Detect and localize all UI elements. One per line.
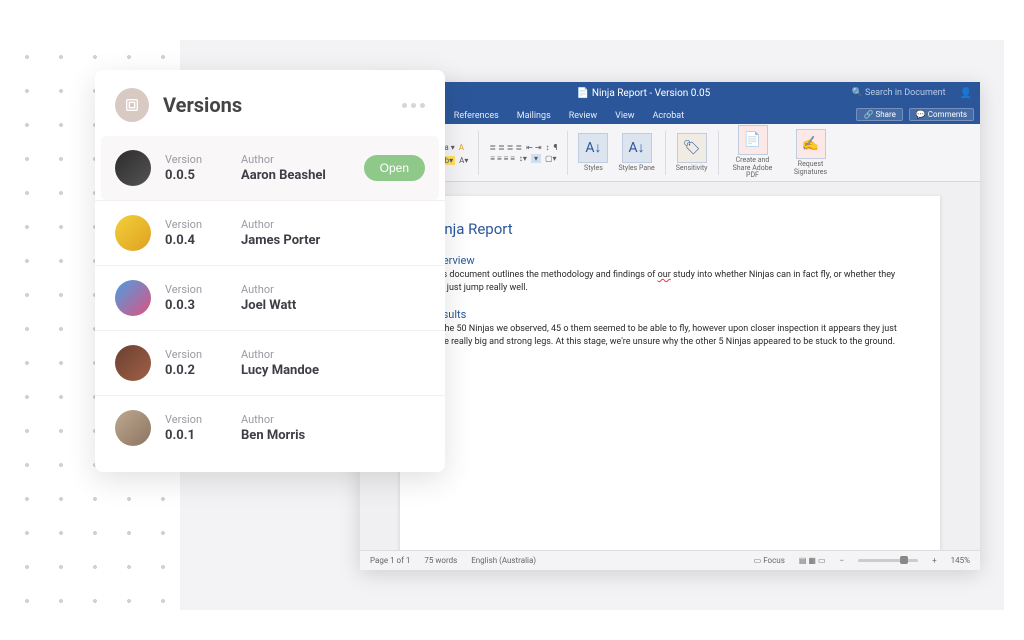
word-window: ⟳ ⌂ 💾 ↶ ↷ 📄 Ninja Report - Version 0.05 … <box>360 82 980 570</box>
version-label: Version <box>165 153 227 166</box>
author-label: Author <box>241 218 320 231</box>
status-bar: Page 1 of 1 75 words English (Australia)… <box>360 550 980 570</box>
author-name: James Porter <box>241 233 320 248</box>
version-label: Version <box>165 283 227 296</box>
versions-panel: Versions Version 0.0.5 Author Aaron Beas… <box>95 70 445 472</box>
adobe-pdf-icon[interactable]: 📄 <box>738 125 768 155</box>
signature-icon[interactable]: ✍ <box>796 129 826 159</box>
author-name: Lucy Mandoe <box>241 363 319 378</box>
view-mode-icons[interactable]: ▤ ▦ ▭ <box>799 556 826 565</box>
adobe-create-group[interactable]: 📄 Create and Share Adobe PDF <box>729 125 777 180</box>
status-focus[interactable]: ▭ Focus <box>754 556 785 565</box>
author-column: Author Lucy Mandoe <box>241 348 319 378</box>
author-column: Author Aaron Beashel <box>241 153 326 183</box>
version-item[interactable]: Version 0.0.5 Author Aaron Beashel Open <box>101 136 439 200</box>
status-page[interactable]: Page 1 of 1 <box>370 556 410 565</box>
styles-pane-icon[interactable]: A↓ <box>622 133 652 163</box>
version-number: 0.0.5 <box>165 168 227 183</box>
doc-paragraph: This document outlines the methodology a… <box>430 269 910 294</box>
avatar <box>115 150 151 186</box>
author-label: Author <box>241 348 319 361</box>
sensitivity-icon[interactable]: 🏷 <box>677 133 707 163</box>
author-column: Author Ben Morris <box>241 413 305 443</box>
doc-heading-results: Results <box>430 308 910 321</box>
avatar <box>115 345 151 381</box>
doc-title: Ninja Report <box>430 220 910 238</box>
tab-references[interactable]: References <box>446 108 507 124</box>
search-box[interactable]: 🔍 Search in Document <box>852 88 946 98</box>
version-column: Version 0.0.1 <box>165 413 227 443</box>
styles-group[interactable]: A↓ Styles <box>578 133 608 173</box>
word-app-icon: 📄 <box>577 88 592 99</box>
version-number: 0.0.1 <box>165 428 227 443</box>
avatar <box>115 280 151 316</box>
status-words[interactable]: 75 words <box>424 556 457 565</box>
author-label: Author <box>241 153 326 166</box>
version-column: Version 0.0.4 <box>165 218 227 248</box>
version-label: Version <box>165 413 227 426</box>
zoom-slider[interactable] <box>858 559 918 562</box>
status-lang[interactable]: English (Australia) <box>471 556 536 565</box>
doc-paragraph: Of the 50 Ninjas we observed, 45 o them … <box>430 323 910 348</box>
zoom-in-icon[interactable]: + <box>932 556 937 565</box>
version-label: Version <box>165 218 227 231</box>
document-page[interactable]: Ninja Report Overview This document outl… <box>400 196 940 550</box>
tab-view[interactable]: View <box>607 108 642 124</box>
author-column: Author James Porter <box>241 218 320 248</box>
versions-icon <box>115 88 149 122</box>
versions-title: Versions <box>163 93 402 117</box>
doc-heading-overview: Overview <box>430 254 910 267</box>
author-label: Author <box>241 413 305 426</box>
version-item[interactable]: Version 0.0.2 Author Lucy Mandoe <box>95 330 445 395</box>
paragraph-group[interactable]: ≣ ≣ ≣ ≣ ⇤ ⇥ ↕ ¶ ≡ ≡ ≡ ≡ ↕▾ ▾ ▢▾ <box>489 143 557 163</box>
version-column: Version 0.0.3 <box>165 283 227 313</box>
spelling-error[interactable]: our <box>658 270 671 280</box>
sensitivity-group[interactable]: 🏷 Sensitivity <box>676 133 708 173</box>
word-titlebar: ⟳ ⌂ 💾 ↶ ↷ 📄 Ninja Report - Version 0.05 … <box>360 82 980 104</box>
author-name: Joel Watt <box>241 298 303 313</box>
versions-header: Versions <box>95 70 445 136</box>
version-item[interactable]: Version 0.0.1 Author Ben Morris <box>95 395 445 460</box>
version-column: Version 0.0.5 <box>165 153 227 183</box>
open-button[interactable]: Open <box>364 155 425 181</box>
version-number: 0.0.3 <box>165 298 227 313</box>
share-button[interactable]: 🔗 Share <box>856 108 902 121</box>
styles-icon[interactable]: A↓ <box>578 133 608 163</box>
avatar <box>115 410 151 446</box>
window-title: 📄 Ninja Report - Version 0.05 <box>442 88 846 99</box>
author-label: Author <box>241 283 303 296</box>
avatar <box>115 215 151 251</box>
tab-review[interactable]: Review <box>561 108 605 124</box>
document-area[interactable]: Ninja Report Overview This document outl… <box>360 182 980 550</box>
zoom-value[interactable]: 145% <box>951 556 970 565</box>
tab-acrobat[interactable]: Acrobat <box>645 108 693 124</box>
version-number: 0.0.2 <box>165 363 227 378</box>
version-item[interactable]: Version 0.0.3 Author Joel Watt <box>95 265 445 330</box>
zoom-out-icon[interactable]: − <box>840 556 845 565</box>
version-item[interactable]: Version 0.0.4 Author James Porter <box>95 200 445 265</box>
adobe-sig-group[interactable]: ✍ Request Signatures <box>787 129 835 176</box>
ribbon-tabs: sign Layout References Mailings Review V… <box>360 104 980 124</box>
ribbon: L ▾ ▾ A^ A˅ Aa ▾ A B I U ab x₂ x² A▾ ab▾… <box>360 124 980 182</box>
tab-mailings[interactable]: Mailings <box>509 108 559 124</box>
user-avatar-icon[interactable]: 👤 <box>960 88 972 99</box>
comments-button[interactable]: 💬 Comments <box>909 108 974 121</box>
version-label: Version <box>165 348 227 361</box>
author-name: Aaron Beashel <box>241 168 326 183</box>
versions-menu-icon[interactable] <box>402 103 425 108</box>
styles-pane-group[interactable]: A↓ Styles Pane <box>618 133 654 173</box>
author-column: Author Joel Watt <box>241 283 303 313</box>
author-name: Ben Morris <box>241 428 305 443</box>
version-column: Version 0.0.2 <box>165 348 227 378</box>
version-number: 0.0.4 <box>165 233 227 248</box>
